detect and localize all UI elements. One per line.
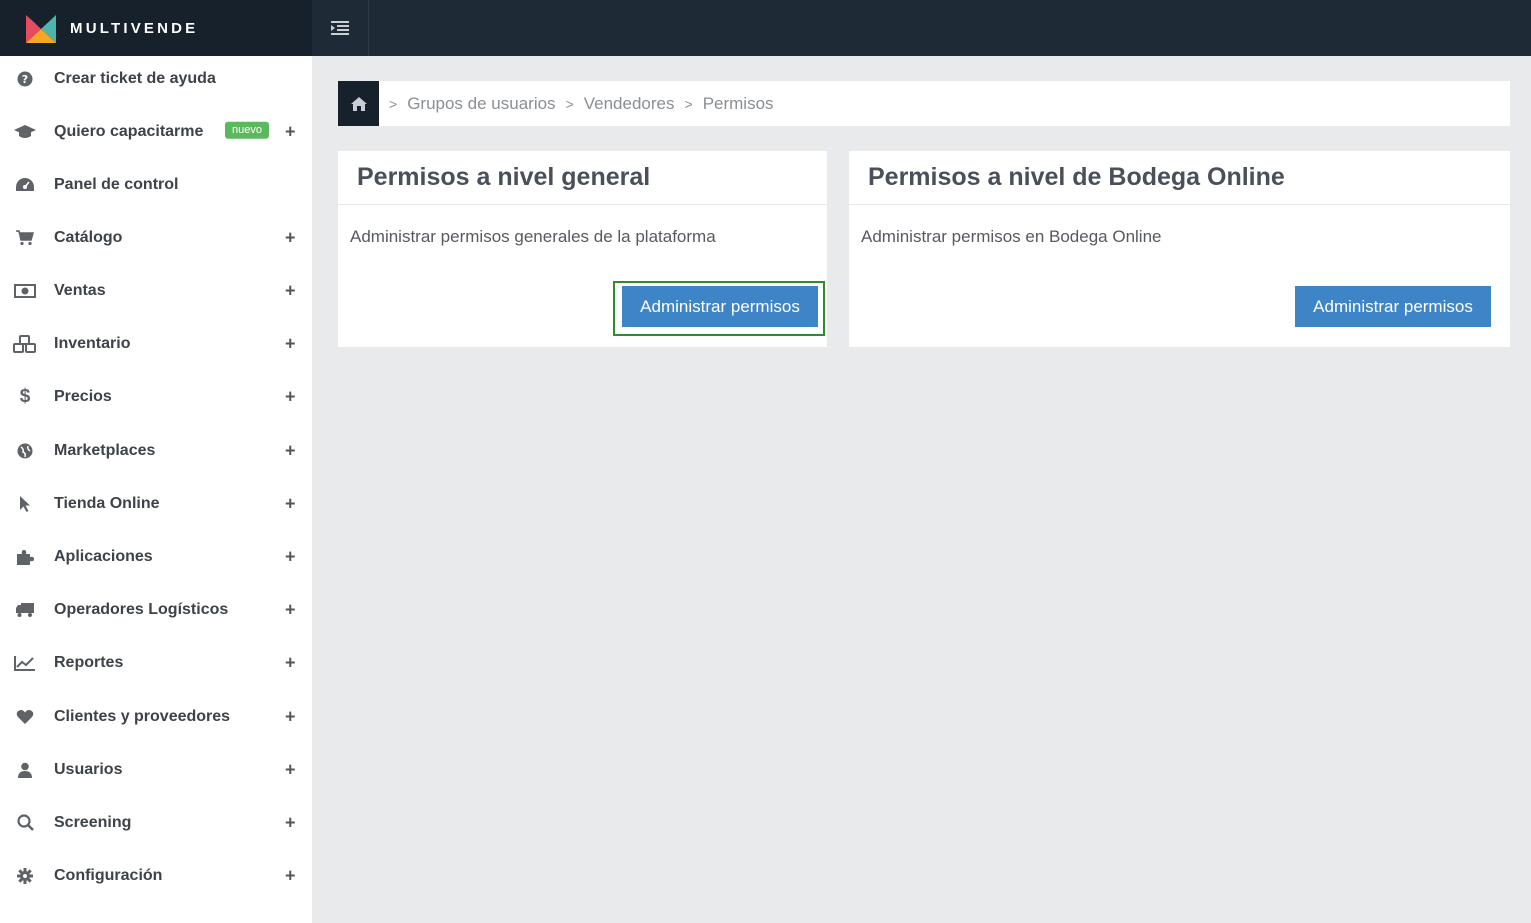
brand[interactable]: MULTIVENDE: [0, 0, 312, 56]
new-badge: nuevo: [225, 121, 269, 139]
sidebar-item-usuarios[interactable]: Usuarios +: [0, 743, 312, 796]
search-icon: [13, 813, 37, 833]
sidebar-item-tienda-online[interactable]: Tienda Online +: [0, 477, 312, 530]
expand-plus-icon[interactable]: +: [285, 865, 296, 886]
breadcrumb: > Grupos de usuarios > Vendedores > Perm…: [338, 81, 1510, 126]
sidebar-item-panel-de-control[interactable]: Panel de control: [0, 158, 312, 211]
top-navbar: MULTIVENDE: [0, 0, 1531, 56]
sidebar-item-label: Crear ticket de ayuda: [54, 69, 216, 87]
sidebar-item-aplicaciones[interactable]: Aplicaciones +: [0, 530, 312, 583]
money-icon: [13, 281, 37, 301]
general-permissions-card: Permisos a nivel general Administrar per…: [338, 151, 827, 347]
expand-plus-icon[interactable]: +: [285, 386, 296, 407]
dollar-icon: $: [19, 385, 31, 407]
sidebar-item-label: Marketplaces: [54, 441, 156, 459]
sidebar-item-label: Catálogo: [54, 228, 123, 246]
sidebar-item-label: Usuarios: [54, 760, 123, 778]
sidebar-item-operadores-logisticos[interactable]: Operadores Logísticos +: [0, 583, 312, 636]
graduation-cap-icon: [13, 122, 37, 142]
expand-plus-icon[interactable]: +: [285, 759, 296, 780]
card-title: Permisos a nivel general: [357, 163, 651, 191]
expand-plus-icon[interactable]: +: [285, 493, 296, 514]
sidebar-item-label: Tienda Online: [54, 494, 160, 512]
line-chart-icon: [13, 653, 37, 673]
card-header: Permisos a nivel general: [338, 151, 827, 205]
truck-icon: [13, 600, 37, 620]
expand-plus-icon[interactable]: +: [285, 652, 296, 673]
sidebar-item-reportes[interactable]: Reportes +: [0, 636, 312, 689]
svg-text:?: ?: [22, 73, 28, 86]
sidebar-item-label: Configuración: [54, 866, 163, 884]
sidebar-item-label: Quiero capacitarme: [54, 122, 204, 140]
sidebar-item-label: Precios: [54, 387, 112, 405]
breadcrumb-separator: >: [389, 95, 398, 112]
sidebar-item-label: Inventario: [54, 334, 131, 352]
sidebar-item-screening[interactable]: Screening +: [0, 796, 312, 849]
expand-plus-icon[interactable]: +: [285, 440, 296, 461]
dashboard-icon: [13, 175, 37, 195]
mouse-pointer-icon: [13, 494, 37, 514]
sidebar-item-precios[interactable]: $ Precios +: [0, 370, 312, 423]
sidebar-item-catalogo[interactable]: Catálogo +: [0, 211, 312, 264]
sidebar-item-label: Clientes y proveedores: [54, 707, 231, 725]
sidebar-item-label: Screening: [54, 813, 132, 831]
menu-collapse-icon: [331, 21, 349, 35]
multivende-logo-icon: [26, 15, 56, 43]
sidebar-item-label: Operadores Logísticos: [54, 600, 229, 618]
breadcrumb-grupos-de-usuarios[interactable]: Grupos de usuarios: [407, 94, 555, 114]
sidebar-item-label: Ventas: [54, 281, 106, 299]
expand-plus-icon[interactable]: +: [285, 121, 296, 142]
expand-plus-icon[interactable]: +: [285, 812, 296, 833]
card-header: Permisos a nivel de Bodega Online: [849, 151, 1510, 205]
breadcrumb-home-button[interactable]: [338, 81, 379, 126]
expand-plus-icon[interactable]: +: [285, 333, 296, 354]
sidebar-item-clientes-proveedores[interactable]: Clientes y proveedores +: [0, 690, 312, 743]
sidebar-item-quiero-capacitarme[interactable]: Quiero capacitarme nuevo +: [0, 105, 312, 158]
bodega-online-permissions-card: Permisos a nivel de Bodega Online Admini…: [849, 151, 1510, 347]
brand-name: MULTIVENDE: [70, 19, 199, 37]
question-circle-icon: ?: [13, 69, 37, 89]
sidebar-item-crear-ticket[interactable]: ? Crear ticket de ayuda: [0, 52, 312, 105]
card-title: Permisos a nivel de Bodega Online: [868, 163, 1285, 191]
sidebar: ? Crear ticket de ayuda Quiero capacitar…: [0, 56, 312, 923]
breadcrumb-vendedores[interactable]: Vendedores: [584, 94, 675, 114]
card-description: Administrar permisos en Bodega Online: [861, 227, 1162, 246]
sidebar-item-label: Aplicaciones: [54, 547, 153, 565]
card-description: Administrar permisos generales de la pla…: [350, 227, 716, 246]
menu-toggle-button[interactable]: [312, 0, 369, 56]
expand-plus-icon[interactable]: +: [285, 599, 296, 620]
cubes-icon: [13, 334, 37, 354]
manage-bodega-permissions-button[interactable]: Administrar permisos: [1295, 286, 1491, 327]
user-icon: [13, 760, 37, 780]
expand-plus-icon[interactable]: +: [285, 280, 296, 301]
breadcrumb-separator: >: [684, 95, 693, 112]
home-icon: [350, 96, 367, 111]
sidebar-item-label: Reportes: [54, 653, 124, 671]
sidebar-item-inventario[interactable]: Inventario +: [0, 317, 312, 370]
manage-general-permissions-button[interactable]: Administrar permisos: [622, 286, 818, 327]
expand-plus-icon[interactable]: +: [285, 706, 296, 727]
breadcrumb-permisos: Permisos: [702, 93, 774, 113]
breadcrumb-separator: >: [565, 95, 574, 112]
heart-icon: [13, 707, 37, 727]
puzzle-icon: [13, 547, 37, 567]
sidebar-item-ventas[interactable]: Ventas +: [0, 264, 312, 317]
globe-icon: [13, 441, 37, 461]
sidebar-item-marketplaces[interactable]: Marketplaces +: [0, 424, 312, 477]
sidebar-item-configuracion[interactable]: Configuración +: [0, 849, 312, 902]
gear-icon: [13, 866, 37, 886]
shopping-cart-icon: [13, 228, 37, 248]
expand-plus-icon[interactable]: +: [285, 546, 296, 567]
expand-plus-icon[interactable]: +: [285, 227, 296, 248]
sidebar-item-label: Panel de control: [54, 175, 179, 193]
